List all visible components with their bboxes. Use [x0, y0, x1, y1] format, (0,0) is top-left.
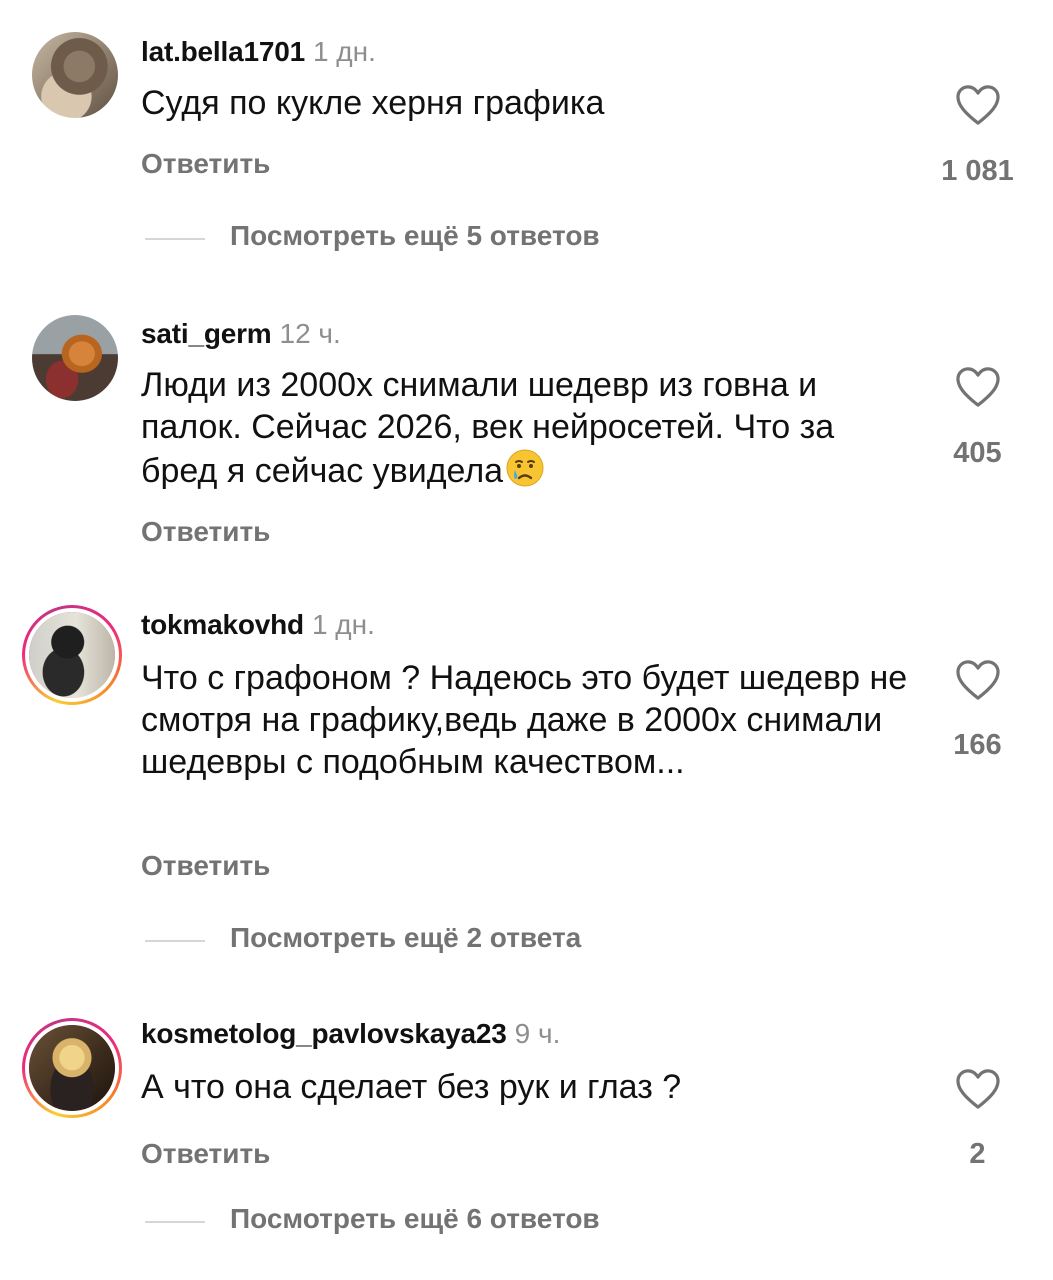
- reply-button[interactable]: Ответить: [141, 1138, 270, 1170]
- divider-line: [145, 940, 205, 942]
- heart-outline-icon[interactable]: [955, 84, 1001, 126]
- reply-button[interactable]: Ответить: [141, 148, 270, 180]
- view-more-replies[interactable]: Посмотреть ещё 5 ответов: [145, 218, 845, 258]
- username[interactable]: kosmetolog_pavlovskaya23: [141, 1018, 507, 1049]
- view-more-label[interactable]: Посмотреть ещё 5 ответов: [230, 220, 600, 252]
- view-more-replies[interactable]: Посмотреть ещё 2 ответа: [145, 920, 845, 960]
- divider-line: [145, 238, 205, 240]
- username[interactable]: lat.bella1701: [141, 36, 305, 67]
- avatar-image: [29, 1025, 115, 1111]
- avatar-story-ring[interactable]: [22, 605, 122, 705]
- view-more-label[interactable]: Посмотреть ещё 6 ответов: [230, 1203, 600, 1235]
- view-more-label[interactable]: Посмотреть ещё 2 ответа: [230, 922, 581, 954]
- timestamp: 9 ч.: [514, 1018, 561, 1049]
- comment-header: kosmetolog_pavlovskaya23 9 ч.: [141, 1018, 560, 1050]
- comment-text-content: Люди из 2000х снимали шедевр из говна и …: [141, 366, 835, 490]
- avatar-image: [32, 32, 118, 118]
- comment-header: tokmakovhd 1 дн.: [141, 609, 375, 641]
- comment-text: А что она сделает без рук и глаз ?: [141, 1068, 682, 1106]
- view-more-replies[interactable]: Посмотреть ещё 6 ответов: [145, 1201, 845, 1241]
- heart-outline-icon[interactable]: [955, 1068, 1001, 1110]
- comment-header: sati_germ 12 ч.: [141, 318, 341, 350]
- avatar-story-ring[interactable]: [22, 1018, 122, 1118]
- like-count: 2: [969, 1138, 986, 1170]
- avatar-image: [29, 612, 115, 698]
- comment-header: lat.bella1701 1 дн.: [141, 36, 376, 68]
- reply-button[interactable]: Ответить: [141, 850, 270, 882]
- timestamp: 1 дн.: [311, 609, 375, 640]
- reply-button[interactable]: Ответить: [141, 516, 270, 548]
- avatar-image: [32, 315, 118, 401]
- comment-text: Люди из 2000х снимали шедевр из говна и …: [141, 364, 911, 492]
- heart-outline-icon[interactable]: [955, 659, 1001, 701]
- timestamp: 12 ч.: [279, 318, 341, 349]
- heart-outline-icon[interactable]: [955, 366, 1001, 408]
- avatar[interactable]: [32, 32, 118, 118]
- comment-text: Судя по кукле херня графика: [141, 84, 605, 122]
- comment-text: Что с графоном ? Надеюсь это будет шедев…: [141, 659, 908, 781]
- crying-face-emoji: [506, 449, 544, 487]
- avatar[interactable]: [32, 315, 118, 401]
- like-count: 405: [953, 437, 1002, 469]
- divider-line: [145, 1221, 205, 1223]
- like-count: 166: [953, 729, 1002, 761]
- username[interactable]: sati_germ: [141, 318, 272, 349]
- username[interactable]: tokmakovhd: [141, 609, 304, 640]
- timestamp: 1 дн.: [312, 36, 376, 67]
- like-count: 1 081: [941, 155, 1014, 187]
